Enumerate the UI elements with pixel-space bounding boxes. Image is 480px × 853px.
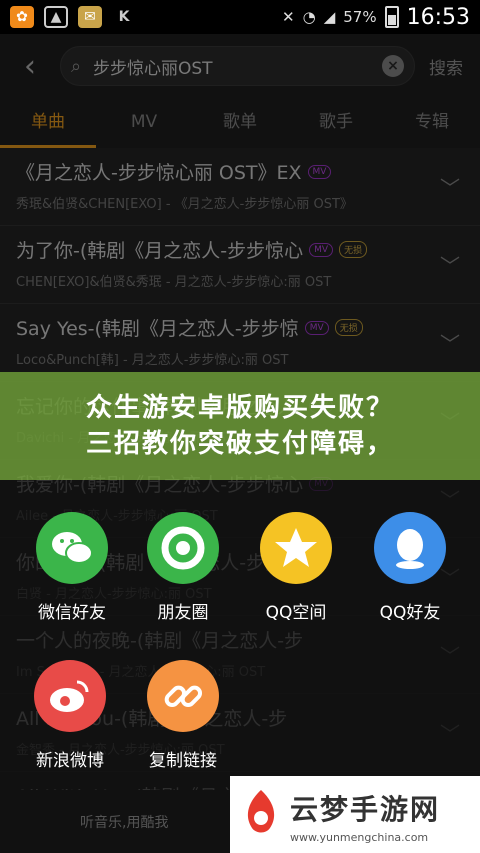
promo-banner: 众生游安卓版购买失败？ 三招教你突破支付障碍，	[0, 372, 480, 480]
share-qzone[interactable]: QQ空间	[241, 512, 351, 623]
qq-icon	[374, 512, 446, 584]
moments-icon	[147, 512, 219, 584]
watermark-logo-icon	[247, 790, 275, 833]
battery-icon	[384, 6, 399, 28]
battery-percent: 57%	[343, 8, 377, 26]
watermark-name: 云梦手游网	[290, 793, 441, 826]
clock: 16:53	[406, 4, 470, 30]
watermark-url: www.yunmengchina.com	[290, 831, 429, 844]
mute-icon: ✕	[282, 8, 295, 26]
share-weibo-label: 新浪微博	[36, 751, 104, 771]
share-moments[interactable]: 朋友圈	[128, 512, 238, 623]
share-weibo[interactable]: 新浪微博	[15, 660, 125, 771]
banner-line-2: 三招教你突破支付障碍，	[85, 429, 394, 459]
share-qq[interactable]: QQ好友	[355, 512, 465, 623]
share-copy-link-label: 复制链接	[149, 751, 217, 771]
banner-line-1: 众生游安卓版购买失败？	[85, 393, 394, 423]
share-wechat-label: 微信好友	[38, 603, 106, 623]
link-icon	[147, 660, 219, 732]
status-bar: ✿ ▲ ✉ K ✕ ◔ ◢ 57% 16:53	[0, 0, 480, 34]
bottom-slogan: 听音乐,用酷我	[80, 814, 169, 831]
signal-icon: ◢	[323, 8, 336, 26]
share-copy-link[interactable]: 复制链接	[128, 660, 238, 771]
image-icon: ▲	[44, 6, 68, 28]
bottom-bar: 听音乐,用酷我	[0, 790, 230, 853]
share-qzone-label: QQ空间	[265, 603, 327, 623]
app-icon: ✉	[78, 6, 102, 28]
qzone-icon	[260, 512, 332, 584]
uc-browser-icon: ✿	[10, 6, 34, 28]
share-wechat[interactable]: 微信好友	[17, 512, 127, 623]
share-qq-label: QQ好友	[379, 603, 441, 623]
share-moments-label: 朋友圈	[157, 603, 209, 623]
weibo-icon	[34, 660, 106, 732]
wechat-icon	[36, 512, 108, 584]
watermark: 云梦手游网 www.yunmengchina.com	[230, 776, 480, 853]
kuwo-icon: K	[118, 9, 130, 25]
wifi-icon: ◔	[302, 8, 316, 26]
